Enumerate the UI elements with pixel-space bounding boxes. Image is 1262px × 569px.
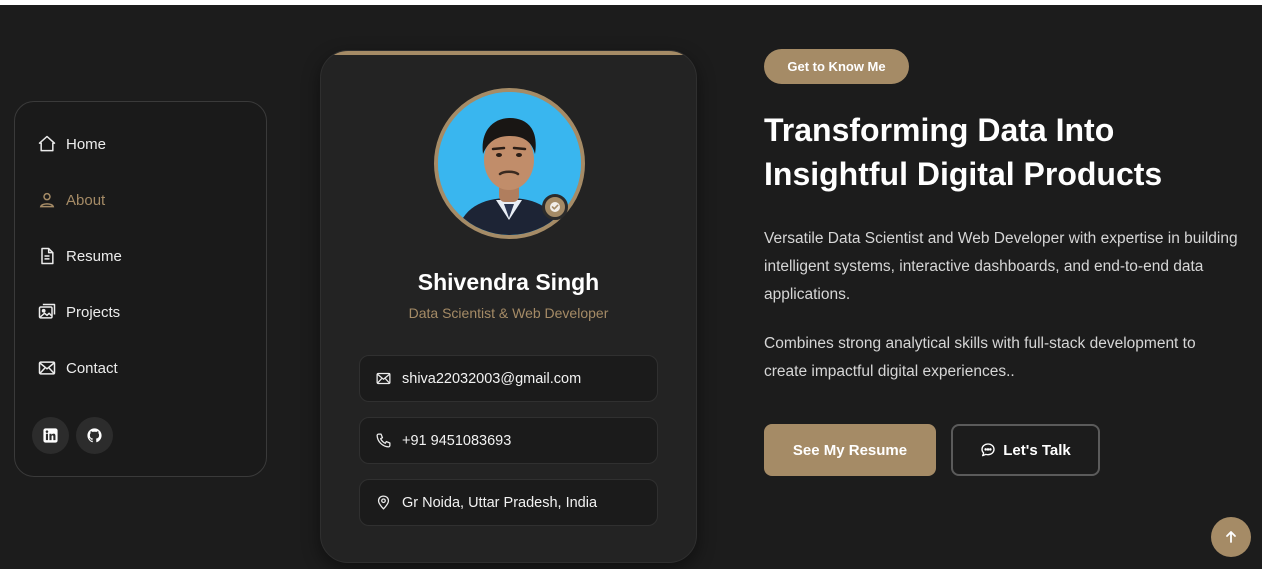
phone-icon (376, 433, 391, 448)
profile-card: Shivendra Singh Data Scientist & Web Dev… (320, 50, 697, 563)
location-text: Gr Noida, Uttar Pradesh, India (402, 494, 598, 511)
document-icon (41, 247, 54, 265)
user-icon (39, 192, 55, 208)
envelope-icon (376, 372, 391, 385)
lets-talk-button[interactable]: Let's Talk (951, 424, 1100, 476)
nav-item-home[interactable]: Home (37, 132, 106, 156)
section-chip: Get to Know Me (764, 49, 909, 84)
envelope-icon (38, 361, 56, 375)
nav-item-resume[interactable]: Resume (37, 244, 122, 268)
nav-item-about[interactable]: About (37, 188, 105, 212)
about-page: Home About Resume Projects Contact Shive… (0, 5, 1262, 569)
email-row[interactable]: shiva22032003@gmail.com (359, 355, 658, 402)
checkmark-icon (550, 202, 560, 212)
chat-icon (981, 443, 995, 457)
arrow-up-icon (1226, 531, 1236, 543)
email-text: shiva22032003@gmail.com (402, 370, 582, 387)
nav-item-label: Projects (66, 303, 121, 321)
gallery-icon (38, 303, 56, 319)
card-accent-bar (321, 51, 696, 55)
github-link[interactable] (76, 417, 113, 454)
sidebar-nav: Home About Resume Projects Contact (14, 101, 267, 477)
github-icon (87, 428, 102, 443)
phone-text: +91 9451083693 (402, 432, 512, 449)
nav-item-projects[interactable]: Projects (37, 300, 120, 324)
location-pin-icon (377, 495, 390, 510)
home-icon (38, 135, 56, 152)
phone-row[interactable]: +91 9451083693 (359, 417, 658, 464)
lets-talk-label: Let's Talk (1003, 441, 1071, 459)
scroll-to-top-button[interactable] (1211, 517, 1251, 557)
intro-paragraph: Versatile Data Scientist and Web Develop… (764, 230, 1238, 303)
see-resume-button[interactable]: See My Resume (764, 424, 936, 476)
linkedin-icon (43, 428, 58, 443)
nav-item-contact[interactable]: Contact (37, 356, 118, 380)
profile-role: Data Scientist & Web Developer (408, 305, 609, 321)
nav-item-label: Contact (66, 359, 118, 377)
skills-paragraph: Combines strong analytical skills with f… (764, 335, 1196, 380)
verified-badge (542, 194, 568, 220)
nav-item-label: About (66, 191, 106, 209)
location-row[interactable]: Gr Noida, Uttar Pradesh, India (359, 479, 658, 526)
page-title: Transforming Data Into Insightful Digita… (764, 108, 1234, 196)
nav-item-label: Resume (66, 247, 122, 265)
linkedin-link[interactable] (32, 417, 69, 454)
profile-name: Shivendra Singh (417, 269, 600, 295)
headline-line-1: Transforming Data Into (764, 112, 1115, 148)
headline-line-2: Insightful Digital Products (764, 156, 1163, 192)
nav-item-label: Home (66, 135, 107, 153)
